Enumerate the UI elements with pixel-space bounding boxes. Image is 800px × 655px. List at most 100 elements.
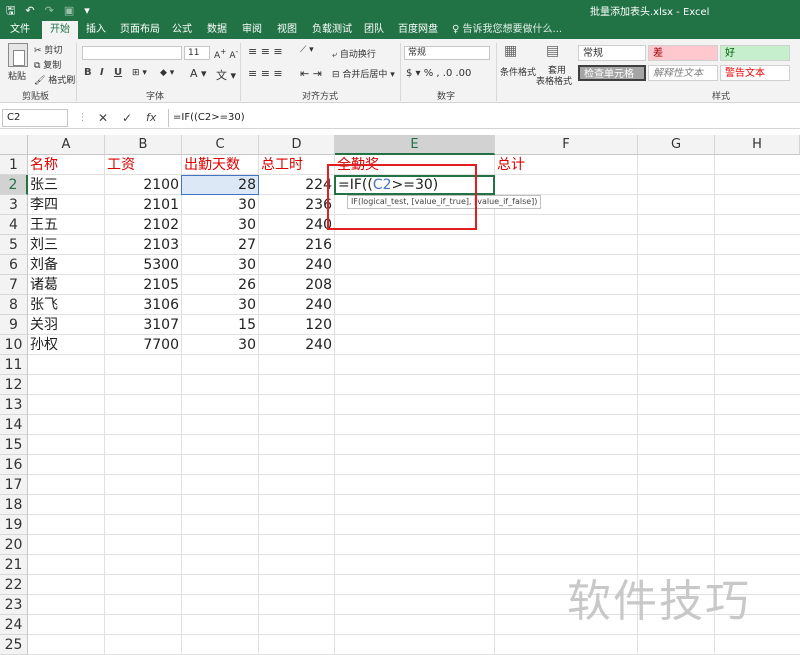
cell-c5[interactable]: 27: [182, 235, 259, 255]
style-good[interactable]: 好: [720, 45, 790, 61]
wrap-text-button[interactable]: ⤶ 自动换行: [332, 47, 376, 60]
cell-a9[interactable]: 关羽: [28, 315, 105, 335]
row-header-13[interactable]: 13: [0, 395, 28, 415]
orientation-icon[interactable]: ⟋ ▾: [300, 45, 314, 55]
insert-function-icon[interactable]: fx: [146, 109, 156, 127]
row-header-10[interactable]: 10: [0, 335, 28, 355]
cell-c6[interactable]: 30: [182, 255, 259, 275]
font-name-combo[interactable]: [82, 46, 182, 60]
column-header-c[interactable]: C: [182, 135, 259, 155]
cell-d9[interactable]: 120: [259, 315, 335, 335]
phonetic-icon[interactable]: 文 ▾: [216, 67, 236, 83]
cell-f1[interactable]: 总计: [495, 155, 638, 175]
cell-b6[interactable]: 5300: [105, 255, 182, 275]
cell-d4[interactable]: 240: [259, 215, 335, 235]
tab-page-layout[interactable]: 页面布局: [120, 21, 160, 39]
align-left-icon[interactable]: ≡ ≡ ≡: [248, 67, 283, 80]
tab-insert[interactable]: 插入: [86, 21, 106, 39]
tell-me-box[interactable]: ♀ 告诉我您想要做什么...: [452, 21, 562, 39]
conditional-format-button[interactable]: 条件格式: [500, 65, 536, 78]
style-normal[interactable]: 常规: [578, 45, 646, 61]
row-header-24[interactable]: 24: [0, 615, 28, 635]
style-bad[interactable]: 差: [648, 45, 718, 61]
align-top-icon[interactable]: ≡ ≡ ≡: [248, 45, 283, 58]
camera-icon[interactable]: ▣: [64, 2, 74, 19]
cell-a5[interactable]: 刘三: [28, 235, 105, 255]
row-header-5[interactable]: 5: [0, 235, 28, 255]
cell-c3[interactable]: 30: [182, 195, 259, 215]
row-header-17[interactable]: 17: [0, 475, 28, 495]
cell-a1[interactable]: 名称: [28, 155, 105, 175]
tab-home[interactable]: 开始: [42, 21, 78, 39]
row-header-2[interactable]: 2: [0, 175, 28, 195]
cancel-icon[interactable]: ✕: [98, 109, 108, 127]
cell-a7[interactable]: 诸葛: [28, 275, 105, 295]
tab-view[interactable]: 视图: [277, 21, 297, 39]
conditional-format-icon[interactable]: ▦: [504, 43, 517, 59]
cell-b7[interactable]: 2105: [105, 275, 182, 295]
row-header-20[interactable]: 20: [0, 535, 28, 555]
row-header-19[interactable]: 19: [0, 515, 28, 535]
italic-button[interactable]: I: [100, 67, 104, 78]
cell-b4[interactable]: 2102: [105, 215, 182, 235]
font-size-combo[interactable]: 11: [184, 46, 210, 60]
row-header-9[interactable]: 9: [0, 315, 28, 335]
currency-icon[interactable]: $ ▾ % , .0 .00: [406, 68, 471, 79]
cell-d8[interactable]: 240: [259, 295, 335, 315]
fill-color-icon[interactable]: ◆ ▾: [160, 68, 174, 78]
row-header-14[interactable]: 14: [0, 415, 28, 435]
cell-b3[interactable]: 2101: [105, 195, 182, 215]
cell-a10[interactable]: 孙权: [28, 335, 105, 355]
row-header-25[interactable]: 25: [0, 635, 28, 655]
tab-baidu[interactable]: 百度网盘: [398, 21, 438, 39]
cut-button[interactable]: ✂ 剪切: [34, 43, 62, 56]
tab-data[interactable]: 数据: [207, 21, 227, 39]
indent-icon[interactable]: ⇤ ⇥: [300, 67, 322, 80]
undo-icon[interactable]: ↶: [25, 2, 34, 19]
row-header-18[interactable]: 18: [0, 495, 28, 515]
table-format-button-2[interactable]: 表格格式: [536, 74, 572, 87]
column-header-b[interactable]: B: [105, 135, 182, 155]
paste-icon[interactable]: [8, 43, 28, 67]
row-header-6[interactable]: 6: [0, 255, 28, 275]
tab-file[interactable]: 文件: [10, 21, 30, 39]
tab-formulas[interactable]: 公式: [172, 21, 192, 39]
row-header-16[interactable]: 16: [0, 455, 28, 475]
style-warning[interactable]: 警告文本: [720, 65, 790, 81]
copy-button[interactable]: ⧉ 复制: [34, 58, 61, 71]
cell-d7[interactable]: 208: [259, 275, 335, 295]
format-painter-button[interactable]: 🖌 格式刷: [34, 73, 75, 86]
style-check-cell[interactable]: 检查单元格: [578, 65, 646, 81]
merge-center-button[interactable]: ⊟ 合并后居中 ▾: [332, 67, 395, 80]
cell-b10[interactable]: 7700: [105, 335, 182, 355]
cell-a4[interactable]: 王五: [28, 215, 105, 235]
cell-b2[interactable]: 2100: [105, 175, 182, 195]
column-header-d[interactable]: D: [259, 135, 335, 155]
cell-b1[interactable]: 工资: [105, 155, 182, 175]
column-header-e[interactable]: E: [335, 135, 495, 155]
table-format-icon[interactable]: ▤: [546, 43, 559, 59]
cell-c8[interactable]: 30: [182, 295, 259, 315]
row-header-22[interactable]: 22: [0, 575, 28, 595]
name-box[interactable]: C2: [2, 109, 68, 127]
cell-b8[interactable]: 3106: [105, 295, 182, 315]
cell-a8[interactable]: 张飞: [28, 295, 105, 315]
row-header-12[interactable]: 12: [0, 375, 28, 395]
cell-d3[interactable]: 236: [259, 195, 335, 215]
cell-d5[interactable]: 216: [259, 235, 335, 255]
row-header-1[interactable]: 1: [0, 155, 28, 175]
column-header-a[interactable]: A: [28, 135, 105, 155]
cell-d1[interactable]: 总工时: [259, 155, 335, 175]
cell-d6[interactable]: 240: [259, 255, 335, 275]
cell-b5[interactable]: 2103: [105, 235, 182, 255]
number-format-combo[interactable]: 常规: [404, 46, 490, 60]
cell-b9[interactable]: 3107: [105, 315, 182, 335]
cell-c7[interactable]: 26: [182, 275, 259, 295]
row-header-3[interactable]: 3: [0, 195, 28, 215]
row-header-23[interactable]: 23: [0, 595, 28, 615]
grow-font-icon[interactable]: A+ A-: [214, 47, 238, 61]
style-explanatory[interactable]: 解释性文本: [648, 65, 718, 81]
formula-input[interactable]: =IF((C2>=30): [168, 109, 796, 127]
customize-qat-icon[interactable]: ▾: [84, 2, 90, 19]
row-header-4[interactable]: 4: [0, 215, 28, 235]
